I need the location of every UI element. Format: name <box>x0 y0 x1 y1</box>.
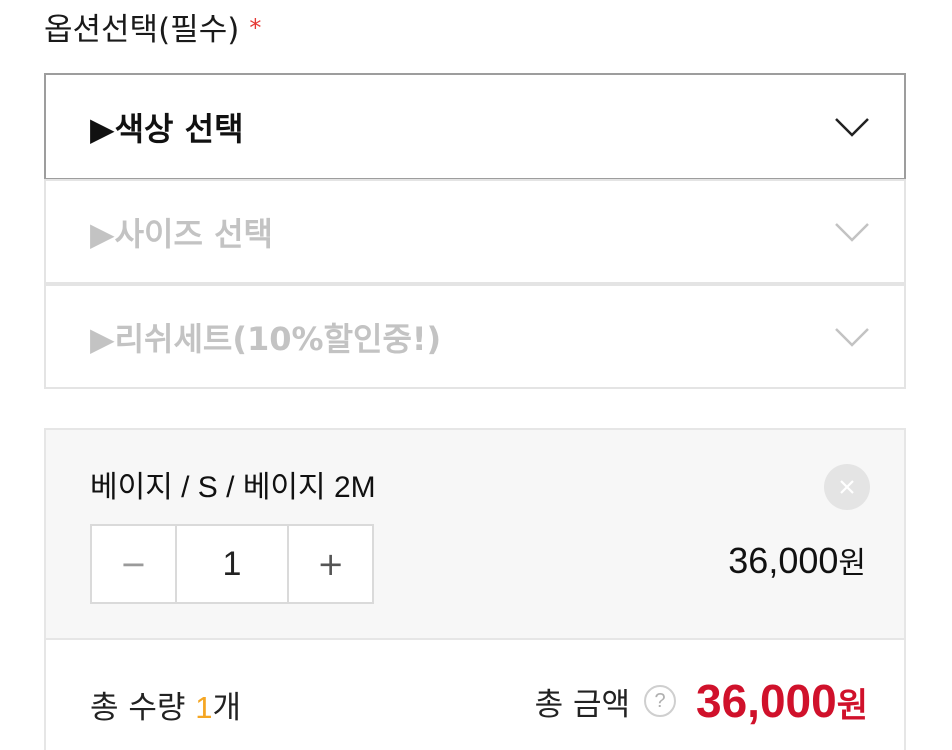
chevron-down-icon <box>835 117 869 137</box>
quantity-stepper: − 1 + <box>90 524 374 604</box>
total-quantity: 총 수량 1개 <box>90 682 241 727</box>
total-amount-label: 총 금액 <box>534 686 631 723</box>
increase-quantity-button[interactable]: + <box>289 526 372 602</box>
size-select-dropdown[interactable]: ▶사이즈 선택 <box>44 179 906 284</box>
help-icon[interactable]: ? <box>644 685 677 717</box>
option-select-heading: 옵션선택(필수) * <box>44 8 261 52</box>
total-amount-value: 36,000원 <box>696 674 868 728</box>
option-price-value: 36,000 <box>728 540 839 581</box>
plus-icon: + <box>317 545 344 583</box>
leash-set-select-label: ▶리쉬세트(10%할인중!) <box>90 319 442 358</box>
total-quantity-label: 총 수량 <box>90 690 196 726</box>
required-mark: * <box>249 14 262 42</box>
selected-option-item: 베이지 / S / 베이지 2M − 1 + 36,000원 <box>44 428 906 638</box>
minus-icon: − <box>119 545 147 583</box>
total-quantity-unit: 개 <box>212 690 242 726</box>
close-icon <box>840 480 854 494</box>
total-amount-number: 36,000 <box>696 675 837 727</box>
option-price-currency: 원 <box>838 546 866 581</box>
total-amount-currency: 원 <box>836 686 868 726</box>
selected-option-name: 베이지 / S / 베이지 2M <box>90 471 376 504</box>
option-select-label: 옵션선택(필수) <box>44 12 240 48</box>
order-summary: 총 수량 1개 총 금액 ? 36,000원 <box>44 638 906 750</box>
chevron-down-icon <box>835 327 869 347</box>
quantity-value[interactable]: 1 <box>174 526 290 602</box>
color-select-dropdown[interactable]: ▶색상 선택 <box>44 73 906 180</box>
chevron-down-icon <box>835 222 869 242</box>
decrease-quantity-button[interactable]: − <box>92 526 175 602</box>
remove-option-button[interactable] <box>824 464 870 510</box>
total-amount: 총 금액 ? 36,000원 <box>535 674 868 728</box>
leash-set-select-dropdown[interactable]: ▶리쉬세트(10%할인중!) <box>44 284 906 389</box>
color-select-label: ▶색상 선택 <box>90 109 244 148</box>
total-quantity-value: 1 <box>195 690 213 725</box>
option-price: 36,000원 <box>728 538 866 582</box>
size-select-label: ▶사이즈 선택 <box>90 214 273 253</box>
